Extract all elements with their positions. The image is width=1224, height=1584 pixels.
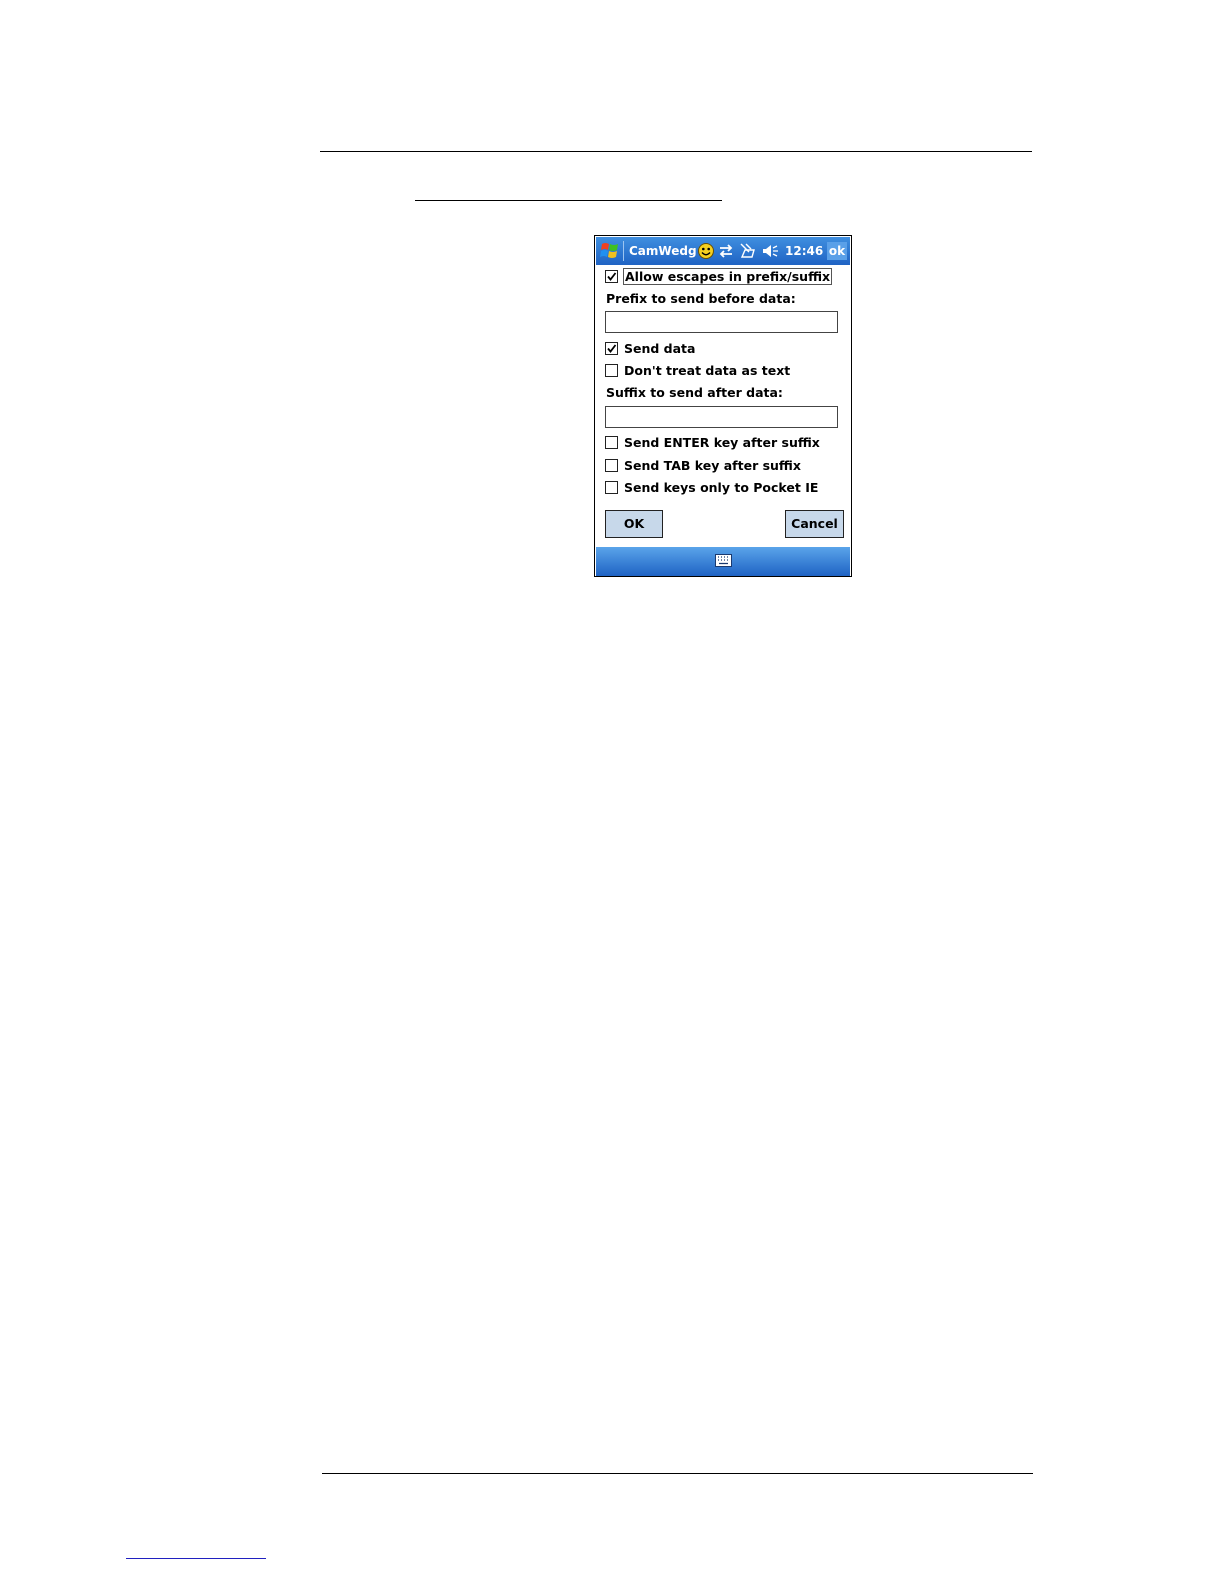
pocket-ie-row[interactable]: Send keys only to Pocket IE [605,479,818,497]
allow-escapes-checkbox[interactable] [605,270,618,283]
checkmark-icon [607,272,617,281]
speaker-mute-icon[interactable] [761,242,779,260]
send-enter-label: Send ENTER key after suffix [624,435,820,450]
prefix-label: Prefix to send before data: [606,291,796,306]
title-bar: CamWedg 12:46 ok [596,237,850,265]
title-separator [623,241,624,261]
clock[interactable]: 12:46 [785,244,823,258]
footer-rule [322,1473,1033,1474]
menu-bar [596,547,850,576]
send-data-checkbox[interactable] [605,342,618,355]
send-tab-checkbox[interactable] [605,459,618,472]
smiley-icon[interactable] [697,242,715,260]
send-tab-label: Send TAB key after suffix [624,458,801,473]
suffix-input[interactable] [605,406,838,428]
cancel-button[interactable]: Cancel [785,510,844,538]
pocketpc-screenshot: CamWedg 12:46 ok Allow escapes in prefix… [594,235,852,577]
send-enter-checkbox[interactable] [605,436,618,449]
title-ok-button[interactable]: ok [827,242,847,260]
ok-button[interactable]: OK [605,510,663,538]
dont-treat-row[interactable]: Don't treat data as text [605,362,790,380]
pocket-ie-label: Send keys only to Pocket IE [624,480,819,495]
dont-treat-label: Don't treat data as text [624,363,791,378]
footnote-underline [126,1558,266,1559]
keyboard-icon[interactable] [715,554,732,567]
windows-start-icon[interactable] [599,240,621,262]
phone-off-icon[interactable] [739,242,757,260]
pocket-ie-checkbox[interactable] [605,481,618,494]
checkmark-icon [607,344,617,353]
prefix-input[interactable] [605,311,838,333]
send-tab-row[interactable]: Send TAB key after suffix [605,457,801,475]
header-rule [320,151,1032,152]
suffix-label: Suffix to send after data: [606,385,783,400]
allow-escapes-row[interactable]: Allow escapes in prefix/suffix [605,268,833,286]
app-title: CamWedg [629,244,697,258]
allow-escapes-label: Allow escapes in prefix/suffix [622,268,833,285]
dont-treat-checkbox[interactable] [605,364,618,377]
send-data-label: Send data [624,341,696,356]
subheading-underline [415,200,722,201]
send-data-row[interactable]: Send data [605,340,695,358]
send-enter-row[interactable]: Send ENTER key after suffix [605,434,820,452]
settings-form: Allow escapes in prefix/suffix Prefix to… [596,265,850,546]
connectivity-icon[interactable] [717,242,735,260]
